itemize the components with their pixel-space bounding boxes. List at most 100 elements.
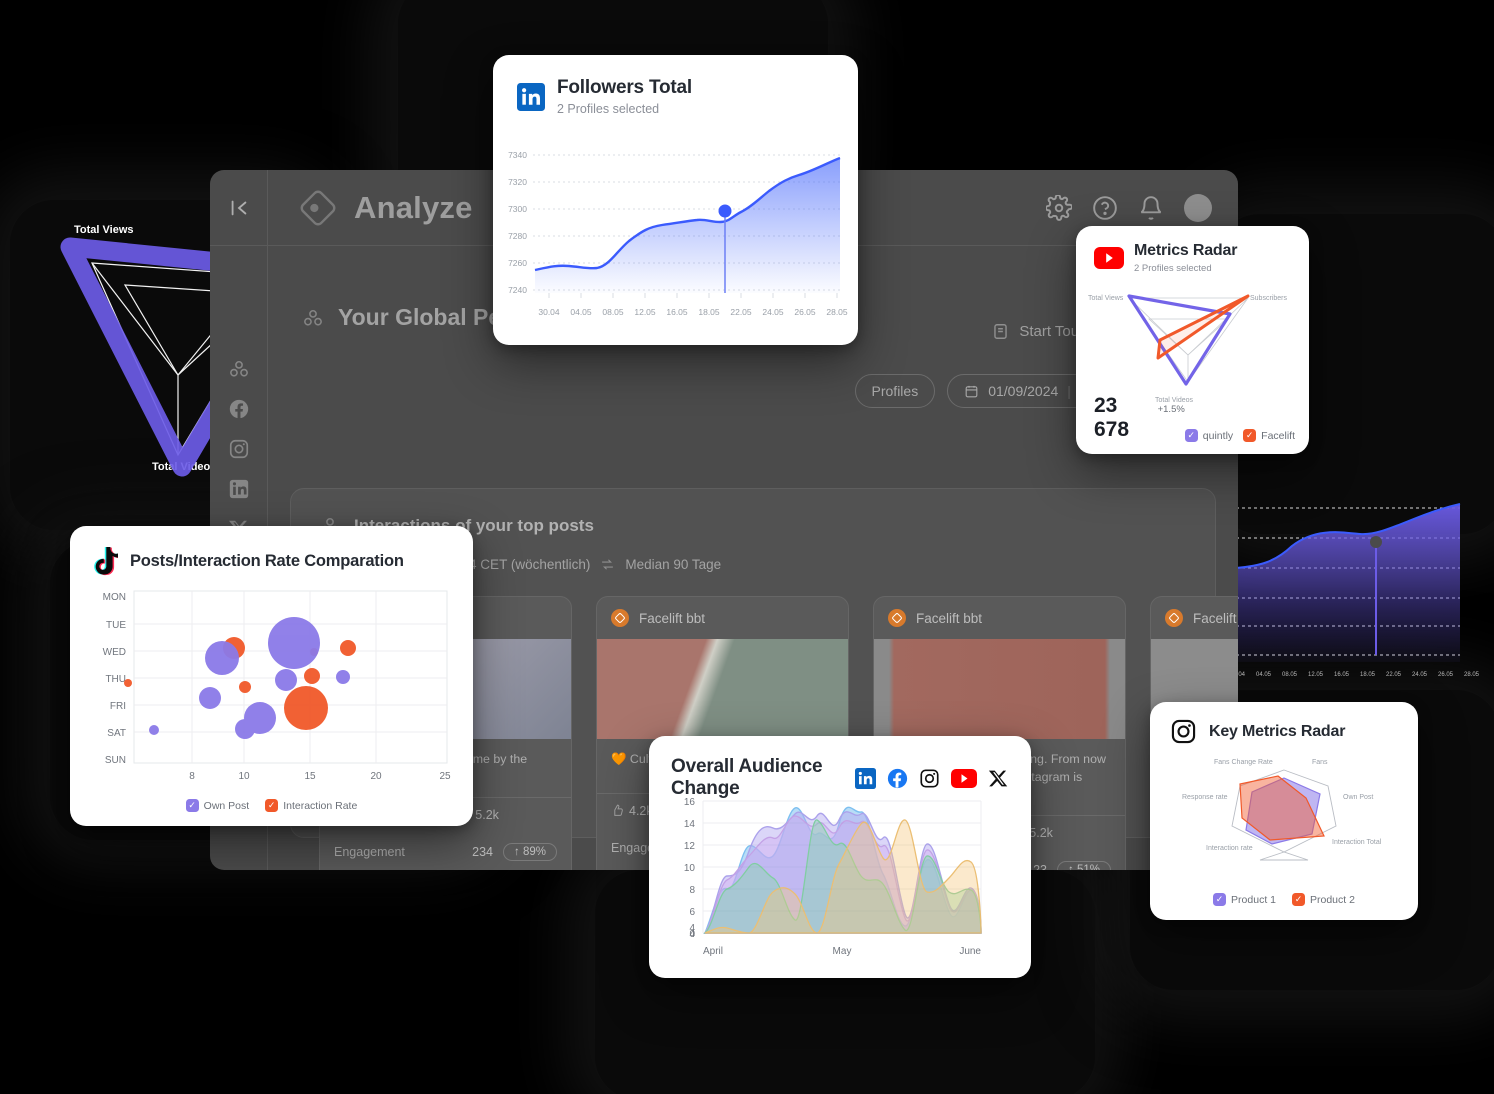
legend-label: Interaction Rate [283, 799, 358, 812]
youtube-icon[interactable] [951, 768, 977, 788]
kpi-row: Reach 256 ↑ 39% [334, 866, 557, 870]
sidebar-collapse-cell[interactable] [210, 170, 268, 245]
svg-text:7280: 7280 [508, 231, 527, 241]
date-from: 01/09/2024 [988, 383, 1059, 399]
start-tour-button[interactable]: Start Tour [991, 322, 1084, 341]
posts-interaction-chart: MONTUEWED THUFRISATSUN 8 10 15 20 25 [103, 590, 451, 781]
svg-text:WED: WED [103, 647, 126, 658]
radar-axis-label: Total Views [1088, 295, 1124, 302]
linkedin-icon [517, 82, 545, 111]
topbar-actions [1046, 193, 1238, 222]
followers-card-subtitle: 2 Profiles selected [557, 102, 660, 116]
svg-text:7260: 7260 [508, 258, 527, 268]
post-account: Facelift bbt [874, 597, 1125, 639]
metrics-radar-card: Metrics Radar 2 Profiles selected Total … [1076, 226, 1309, 454]
kpi-delta: ↑ 89% [503, 842, 557, 861]
svg-text:24.05: 24.05 [1412, 672, 1428, 678]
clipboard-icon [994, 324, 1008, 339]
avatar[interactable] [1184, 193, 1212, 222]
radar-axis-label: Fans [1312, 759, 1328, 766]
bell-icon[interactable] [1138, 195, 1164, 221]
metric-text: Median 90 Tage [625, 557, 722, 572]
svg-text:18.05: 18.05 [698, 307, 720, 317]
svg-text:0: 0 [689, 929, 695, 940]
post-account: Facelift bbt [1151, 597, 1238, 639]
followers-total-card: Followers Total 2 Profiles selected 7340… [493, 55, 858, 345]
svg-text:25: 25 [439, 771, 451, 781]
kpi-label: Reach [611, 869, 647, 870]
collapse-sidebar-icon[interactable] [228, 197, 250, 219]
post-account-name: Facelift bbt [639, 610, 706, 626]
post-kpis: Engagement 234 ↑ 89% Reach 256 ↑ 39% [320, 832, 571, 870]
facebook-icon[interactable] [887, 768, 908, 789]
date-separator: | [1067, 383, 1071, 399]
account-avatar-icon [1165, 609, 1183, 627]
global-network-icon[interactable] [228, 358, 250, 380]
post-account-name: Facelift bbt [916, 610, 983, 626]
post-image [874, 639, 1125, 739]
audience-change-card: Overall Audience Change 16141210 864 4 4 [649, 736, 1031, 978]
radar-axis-label: Response rate [1182, 794, 1228, 801]
svg-text:04.05: 04.05 [1256, 672, 1272, 678]
radar-axis-label: Fans Change Rate [1214, 759, 1273, 766]
metrics-radar-chart: Total Views Subscribers Total Videos [1088, 294, 1287, 404]
svg-text:10: 10 [684, 863, 696, 874]
legend-label: quintly [1202, 429, 1234, 442]
svg-text:16: 16 [684, 797, 696, 808]
svg-text:22.05: 22.05 [1386, 672, 1402, 678]
svg-text:SAT: SAT [107, 728, 126, 739]
account-avatar-icon [611, 609, 629, 627]
svg-text:08.05: 08.05 [1282, 672, 1298, 678]
radar-axis-label: Interaction rate [1206, 845, 1253, 852]
svg-text:26.05: 26.05 [1438, 672, 1454, 678]
svg-text:FRI: FRI [110, 701, 126, 712]
svg-text:12.05: 12.05 [634, 307, 656, 317]
key-metrics-radar-chart: Fans Change Rate Fans Response rate Own … [1182, 759, 1382, 861]
thumbs-up-icon [614, 804, 623, 816]
legend-item[interactable]: ✓ Product 1 [1213, 893, 1276, 906]
legend-item[interactable]: ✓ Product 2 [1292, 893, 1355, 906]
metrics-radar-delta: +1.5% [1157, 404, 1185, 415]
x-tick-label: June [959, 946, 981, 957]
svg-text:16.05: 16.05 [666, 307, 688, 317]
posts-interaction-card: Posts/Interaction Rate Comparation MON TU… [70, 526, 473, 826]
linkedin-icon[interactable] [855, 767, 876, 789]
help-circle-icon[interactable] [1092, 195, 1118, 221]
legend-item[interactable]: ✓ Facelift [1243, 429, 1295, 442]
svg-text:24.05: 24.05 [762, 307, 784, 317]
calendar-icon [965, 385, 978, 397]
x-tick-label: April [703, 946, 723, 957]
legend-item[interactable]: ✓ quintly [1184, 429, 1234, 442]
brand[interactable]: Analyze [268, 186, 473, 230]
legend-item[interactable]: ✓ Interaction Rate [265, 799, 357, 812]
profiles-filter-label: Profiles [871, 383, 919, 399]
svg-text:20: 20 [370, 771, 382, 781]
compare-icon [602, 559, 614, 570]
instagram-icon[interactable] [919, 768, 940, 789]
x-twitter-icon[interactable] [988, 768, 1009, 789]
legend-label: Product 1 [1231, 893, 1276, 906]
svg-text:10: 10 [238, 771, 250, 781]
svg-text:12.05: 12.05 [1308, 672, 1324, 678]
svg-text:THU: THU [105, 674, 126, 685]
profiles-filter-chip[interactable]: Profiles [854, 374, 936, 408]
metrics-radar-subtitle: 2 Profiles selected [1134, 263, 1212, 274]
legend-label: Product 2 [1310, 893, 1355, 906]
followers-card-title: Followers Total [557, 77, 692, 98]
linkedin-icon[interactable] [228, 478, 250, 500]
account-avatar-icon [888, 609, 906, 627]
svg-text:15: 15 [304, 771, 316, 781]
quintly-logo-icon [300, 190, 336, 225]
svg-text:16.05: 16.05 [1334, 672, 1350, 678]
legend-item[interactable]: ✓ Own Post [185, 799, 249, 812]
instagram-icon[interactable] [228, 438, 250, 460]
radar-axis-label: Interaction Total [1332, 839, 1382, 846]
svg-text:12: 12 [684, 841, 696, 852]
gear-icon[interactable] [1046, 194, 1072, 221]
facebook-icon[interactable] [228, 398, 250, 420]
post-image [597, 639, 848, 739]
svg-text:SUN: SUN [105, 755, 126, 766]
decor-area-chart: 30.0404.0508.05 12.0516.0518.05 22.0524.… [1230, 503, 1480, 678]
svg-text:26.05: 26.05 [794, 307, 816, 317]
svg-text:08.05: 08.05 [602, 307, 624, 317]
